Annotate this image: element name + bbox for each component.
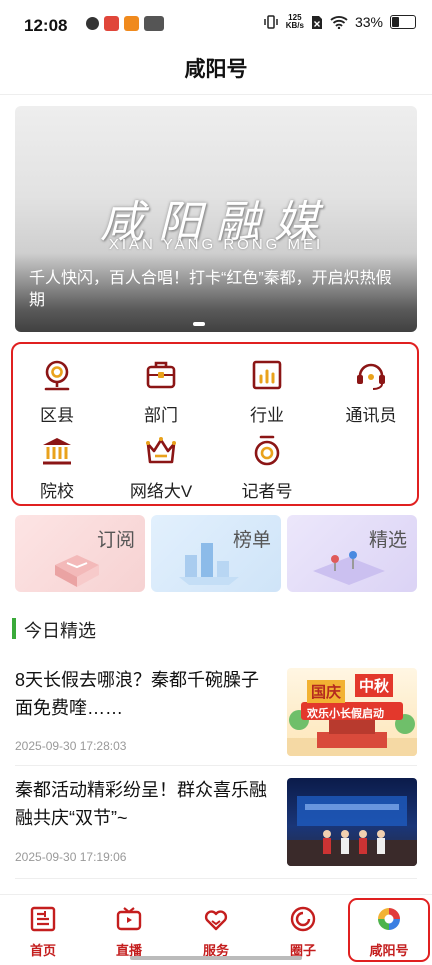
battery-icon bbox=[390, 15, 416, 29]
card-label: 榜单 bbox=[232, 530, 271, 551]
page-title: 咸阳号 bbox=[184, 58, 248, 81]
news-item[interactable]: 8天长假去哪浪？秦都千碗臊子面免费喹…… 2025-09-30 17:28:03… bbox=[15, 666, 417, 762]
category-industry[interactable]: 行业 bbox=[219, 350, 315, 425]
page-header: 咸阳号 bbox=[0, 50, 432, 94]
news-time: 2025-09-30 17:28:03 bbox=[15, 739, 127, 753]
app-notification-icon bbox=[86, 17, 99, 30]
institution-icon bbox=[43, 438, 71, 465]
briefcase-icon bbox=[146, 361, 176, 389]
news-title: 8天长假去哪浪？秦都千碗臊子面免费喹…… bbox=[15, 670, 260, 718]
nav-live[interactable]: 直播 bbox=[94, 905, 164, 959]
heart-hand-icon bbox=[204, 910, 228, 931]
headset-icon bbox=[357, 363, 385, 390]
thumb-tag-national-day: 国庆 bbox=[307, 680, 346, 703]
circle-icon bbox=[290, 906, 316, 932]
subscribe-card[interactable]: 订阅 bbox=[15, 515, 145, 592]
notification-icons bbox=[86, 16, 164, 31]
category-grid: 区县 部门 行业 通讯员 院校 网络大V 记者号 bbox=[11, 342, 419, 506]
no-sim-icon bbox=[311, 15, 322, 29]
category-label: 行业 bbox=[250, 406, 284, 425]
banner-caption: 千人快闪，百人合唱！打卡“红色”秦都，开启炽热假期 bbox=[29, 270, 392, 309]
category-label: 网络大V bbox=[129, 482, 193, 501]
medal-icon bbox=[254, 435, 280, 466]
net-speed: 125 KB/s bbox=[285, 13, 304, 30]
banner-carousel[interactable]: 咸阳融媒 XIAN YANG RONG MEI 千人快闪，百人合唱！打卡“红色”… bbox=[15, 106, 417, 332]
nav-label: 首页 bbox=[29, 943, 56, 958]
app-notification-icon bbox=[104, 16, 119, 31]
category-influencer[interactable]: 网络大V bbox=[113, 426, 209, 501]
category-college[interactable]: 院校 bbox=[9, 426, 105, 501]
news-item[interactable]: 秦都活动精彩纷呈！群众喜乐融融共庆“双节”~ 2025-09-30 17:19:… bbox=[15, 776, 417, 872]
nav-home[interactable]: 首页 bbox=[8, 905, 78, 959]
app-notification-icon bbox=[124, 16, 139, 31]
category-correspondent[interactable]: 通讯员 bbox=[323, 350, 419, 425]
card-label: 订阅 bbox=[96, 530, 135, 551]
crown-icon bbox=[146, 437, 176, 464]
category-label: 部门 bbox=[144, 406, 178, 425]
card-label: 精选 bbox=[368, 530, 407, 551]
news-divider bbox=[15, 765, 417, 766]
wifi-icon bbox=[330, 16, 348, 29]
news-time: 2025-09-30 17:19:06 bbox=[15, 850, 127, 864]
active-nav-highlight bbox=[348, 898, 430, 962]
header-divider bbox=[0, 94, 432, 95]
category-department[interactable]: 部门 bbox=[113, 350, 209, 425]
thumb-tag-mid-autumn: 中秋 bbox=[355, 674, 394, 697]
category-label: 通讯员 bbox=[345, 406, 397, 425]
vibrate-icon bbox=[263, 15, 278, 29]
battery-percent: 33% bbox=[354, 14, 383, 30]
home-indicator[interactable] bbox=[130, 956, 302, 960]
nav-circle[interactable]: 圈子 bbox=[268, 905, 338, 959]
news-title: 秦都活动精彩纷呈！群众喜乐融融共庆“双节”~ bbox=[15, 780, 267, 828]
category-label: 院校 bbox=[40, 482, 74, 501]
thumb-subtitle: 欢乐小长假启动 bbox=[307, 708, 384, 720]
category-label: 区县 bbox=[40, 406, 74, 425]
news-thumbnail bbox=[287, 778, 417, 866]
nav-services[interactable]: 服务 bbox=[181, 905, 251, 959]
tv-icon bbox=[116, 907, 142, 931]
location-pin-icon bbox=[44, 360, 70, 391]
news-thumbnail: 国庆 中秋 欢乐小长假启动 bbox=[287, 668, 417, 756]
category-district[interactable]: 区县 bbox=[9, 350, 105, 425]
newspaper-icon bbox=[30, 906, 56, 932]
news-divider bbox=[15, 878, 417, 879]
category-label: 记者号 bbox=[241, 482, 293, 501]
banner-logo-subtext: XIAN YANG RONG MEI bbox=[108, 236, 324, 253]
section-title: 今日精选 bbox=[24, 621, 96, 641]
stage-photo-icon bbox=[287, 796, 417, 866]
app-notification-icon bbox=[144, 16, 164, 31]
section-accent bbox=[12, 618, 16, 639]
status-bar: 12:08 125 KB/s 33% bbox=[0, 0, 432, 50]
featured-card[interactable]: 精选 bbox=[287, 515, 417, 592]
status-time: 12:08 bbox=[24, 16, 68, 35]
category-reporter[interactable]: 记者号 bbox=[219, 426, 315, 501]
carousel-indicator bbox=[193, 322, 205, 326]
ranking-card[interactable]: 榜单 bbox=[151, 515, 281, 592]
bar-chart-icon bbox=[252, 360, 282, 390]
